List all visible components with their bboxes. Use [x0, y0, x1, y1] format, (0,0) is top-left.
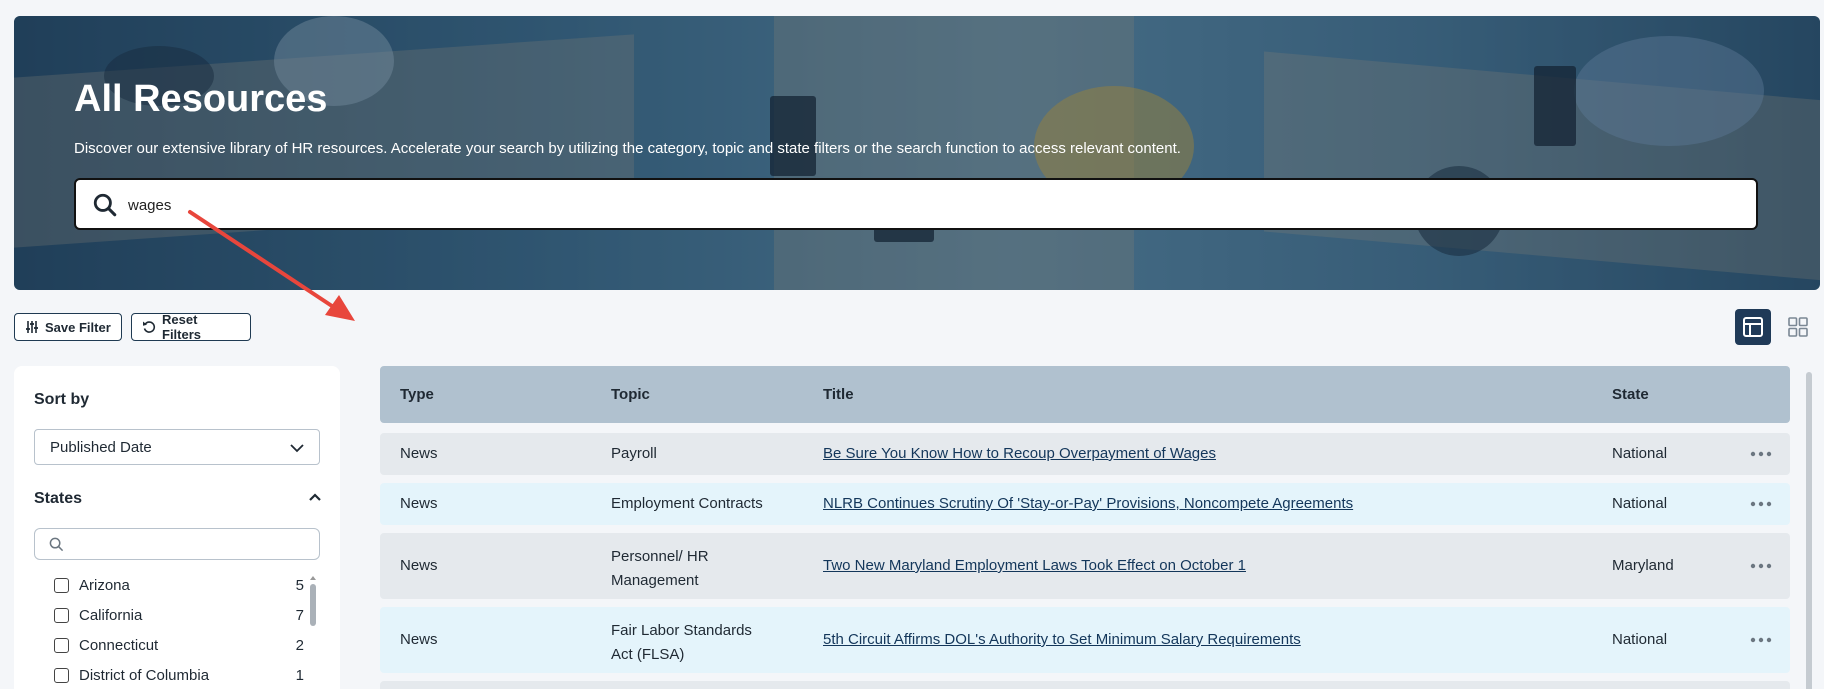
sort-by-label: Sort by	[34, 391, 90, 408]
sliders-icon	[26, 321, 38, 333]
page-description: Discover our extensive library of HR res…	[74, 140, 1181, 157]
cell-topic-line: Fair Labor Standards	[611, 622, 752, 639]
state-name: California	[79, 606, 143, 624]
table-view-button[interactable]	[1735, 309, 1771, 345]
cell-topic-line: Personnel/ HR	[611, 548, 709, 565]
more-options-icon[interactable]	[1750, 451, 1772, 457]
resource-search-box[interactable]	[74, 178, 1758, 230]
state-count: 5	[295, 576, 304, 594]
state-option-california[interactable]: California 7	[54, 600, 304, 630]
cell-state: National	[1612, 445, 1668, 462]
table-scrollbar[interactable]	[1806, 372, 1812, 689]
filter-sidebar: Sort by Published Date States Arizona 5 …	[14, 366, 340, 689]
cell-type: News	[400, 495, 438, 512]
more-options-icon[interactable]	[1750, 501, 1772, 507]
chevron-down-icon	[290, 444, 304, 453]
save-filter-button[interactable]: Save Filter	[14, 313, 122, 341]
cell-topic: Fair Labor Standards Act (FLSA)	[611, 619, 752, 667]
cell-topic-line: Act (FLSA)	[611, 646, 685, 663]
search-icon	[49, 537, 64, 552]
more-options-icon[interactable]	[1750, 563, 1772, 569]
state-option-district-of-columbia[interactable]: District of Columbia 1	[54, 660, 304, 689]
checkbox[interactable]	[54, 667, 69, 683]
state-count: 1	[295, 666, 304, 684]
reset-filters-button[interactable]: Reset Filters	[131, 312, 251, 342]
page-title: All Resources	[74, 78, 328, 120]
grid-view-button[interactable]	[1780, 309, 1816, 345]
reset-filters-label: Reset Filters	[162, 312, 202, 342]
sort-by-value: Published Date	[50, 439, 152, 456]
table-row: News Personnel/ HR Management Two New Ma…	[380, 533, 1790, 599]
table-row: News Employment Contracts NLRB Continues…	[380, 483, 1790, 525]
cell-topic-line: Management	[611, 572, 699, 589]
cell-type: News	[400, 445, 438, 462]
table-row: News Payroll Be Sure You Know How to Rec…	[380, 433, 1790, 475]
cell-state: National	[1612, 631, 1668, 648]
table-header: Type Topic Title State	[380, 366, 1790, 423]
resource-title-link[interactable]: NLRB Continues Scrutiny Of 'Stay-or-Pay'…	[823, 495, 1353, 512]
resource-title-link[interactable]: 5th Circuit Affirms DOL's Authority to S…	[823, 631, 1301, 648]
states-filter-label: States	[34, 490, 83, 507]
cell-state: National	[1612, 495, 1668, 512]
table-view-icon	[1743, 317, 1763, 337]
grid-view-icon	[1788, 317, 1808, 337]
resource-title-link[interactable]: Be Sure You Know How to Recoup Overpayme…	[823, 445, 1216, 462]
more-options-icon[interactable]	[1750, 637, 1772, 643]
cell-topic: Employment Contracts	[611, 495, 763, 512]
cell-topic: Personnel/ HR Management	[611, 545, 709, 593]
cell-topic: Payroll	[611, 445, 657, 462]
search-icon	[93, 193, 117, 217]
resources-table: Type Topic Title State News Payroll Be S…	[380, 366, 1790, 689]
sort-by-select[interactable]: Published Date	[34, 429, 320, 465]
search-input[interactable]	[128, 190, 1728, 220]
table-row	[380, 681, 1790, 689]
state-name: Connecticut	[79, 636, 159, 654]
states-scrollbar[interactable]	[310, 584, 316, 626]
chevron-up-icon[interactable]	[308, 490, 322, 504]
checkbox[interactable]	[54, 637, 69, 653]
checkbox[interactable]	[54, 577, 69, 593]
table-row: News Fair Labor Standards Act (FLSA) 5th…	[380, 607, 1790, 673]
state-name: Arizona	[79, 576, 130, 594]
states-list: Arizona 5 California 7 Connecticut 2 Dis…	[54, 570, 304, 689]
cell-type: News	[400, 557, 438, 574]
checkbox[interactable]	[54, 607, 69, 623]
column-header-type[interactable]: Type	[400, 386, 434, 403]
state-name: District of Columbia	[79, 666, 210, 684]
states-scroll-up-arrow[interactable]	[310, 576, 316, 580]
cell-type: News	[400, 631, 438, 648]
save-filter-label: Save Filter	[45, 319, 111, 335]
state-option-connecticut[interactable]: Connecticut 2	[54, 630, 304, 660]
reset-icon	[143, 321, 156, 333]
state-option-arizona[interactable]: Arizona 5	[54, 570, 304, 600]
state-count: 2	[295, 636, 304, 654]
column-header-state[interactable]: State	[1612, 386, 1649, 403]
resource-title-link[interactable]: Two New Maryland Employment Laws Took Ef…	[823, 557, 1246, 574]
states-search-box[interactable]	[34, 528, 320, 560]
states-search-input[interactable]	[71, 533, 311, 555]
state-count: 7	[295, 606, 304, 624]
column-header-topic[interactable]: Topic	[611, 386, 650, 403]
column-header-title[interactable]: Title	[823, 386, 854, 403]
cell-state: Maryland	[1612, 557, 1674, 574]
